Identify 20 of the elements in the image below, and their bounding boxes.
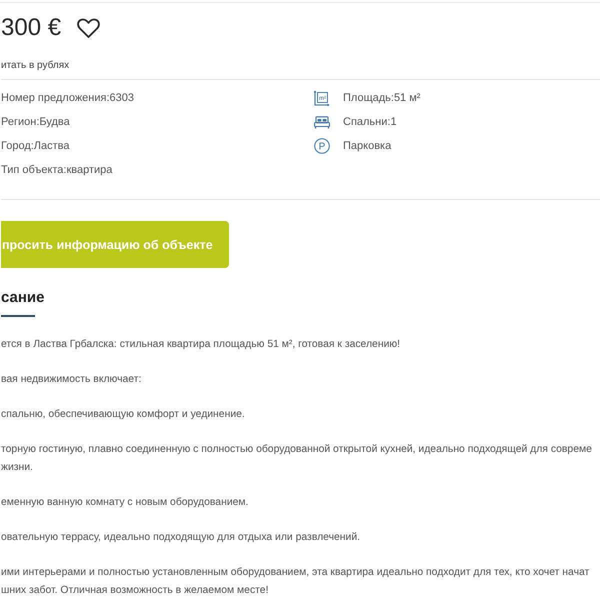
detail-text: Номер предложения:6303: [1, 91, 134, 105]
price: 300 €: [1, 14, 62, 42]
description-paragraph: овательную террасу, идеально подходящую для отдыха или развлечений.: [1, 531, 360, 545]
detail-text: Тип объекта:квартира: [1, 163, 112, 177]
description-paragraph: спальню, обеспечивающую комфорт и уединение.: [1, 408, 245, 422]
heart-icon[interactable]: [77, 18, 100, 38]
feature-text: Площадь:51 м²: [343, 91, 420, 105]
description-paragraph: торную гостиную, плавно соединенную с полностью оборудованной открытой кухней, идеально подходящей для совреме жизни.: [1, 443, 592, 475]
description-paragraph: ими интерьерами и полностью установленным оборудованием, эта квартира идеально подходит для тех, кто хочет начат шних забот. Отличная возможность в желаемом месте!: [1, 566, 590, 598]
currency-link[interactable]: итать в рублях: [1, 58, 70, 72]
detail-text: Город:Ластва: [1, 139, 70, 153]
feature-text: Парковка: [343, 139, 392, 153]
description-paragraph: еменную ванную комнату с новым оборудованием.: [1, 496, 248, 510]
parking-icon: P: [314, 138, 330, 154]
description-paragraph: ется в Ластва Грбалска: стильная квартира площадью 51 м², готовая к заселению!: [1, 338, 400, 352]
description-paragraph: вая недвижимость включает:: [1, 373, 142, 387]
feature-text: Спальни:1: [343, 115, 397, 129]
detail-text: Регион:Будва: [1, 115, 70, 129]
section-heading: сание: [1, 288, 44, 308]
bed-icon: [314, 116, 330, 128]
